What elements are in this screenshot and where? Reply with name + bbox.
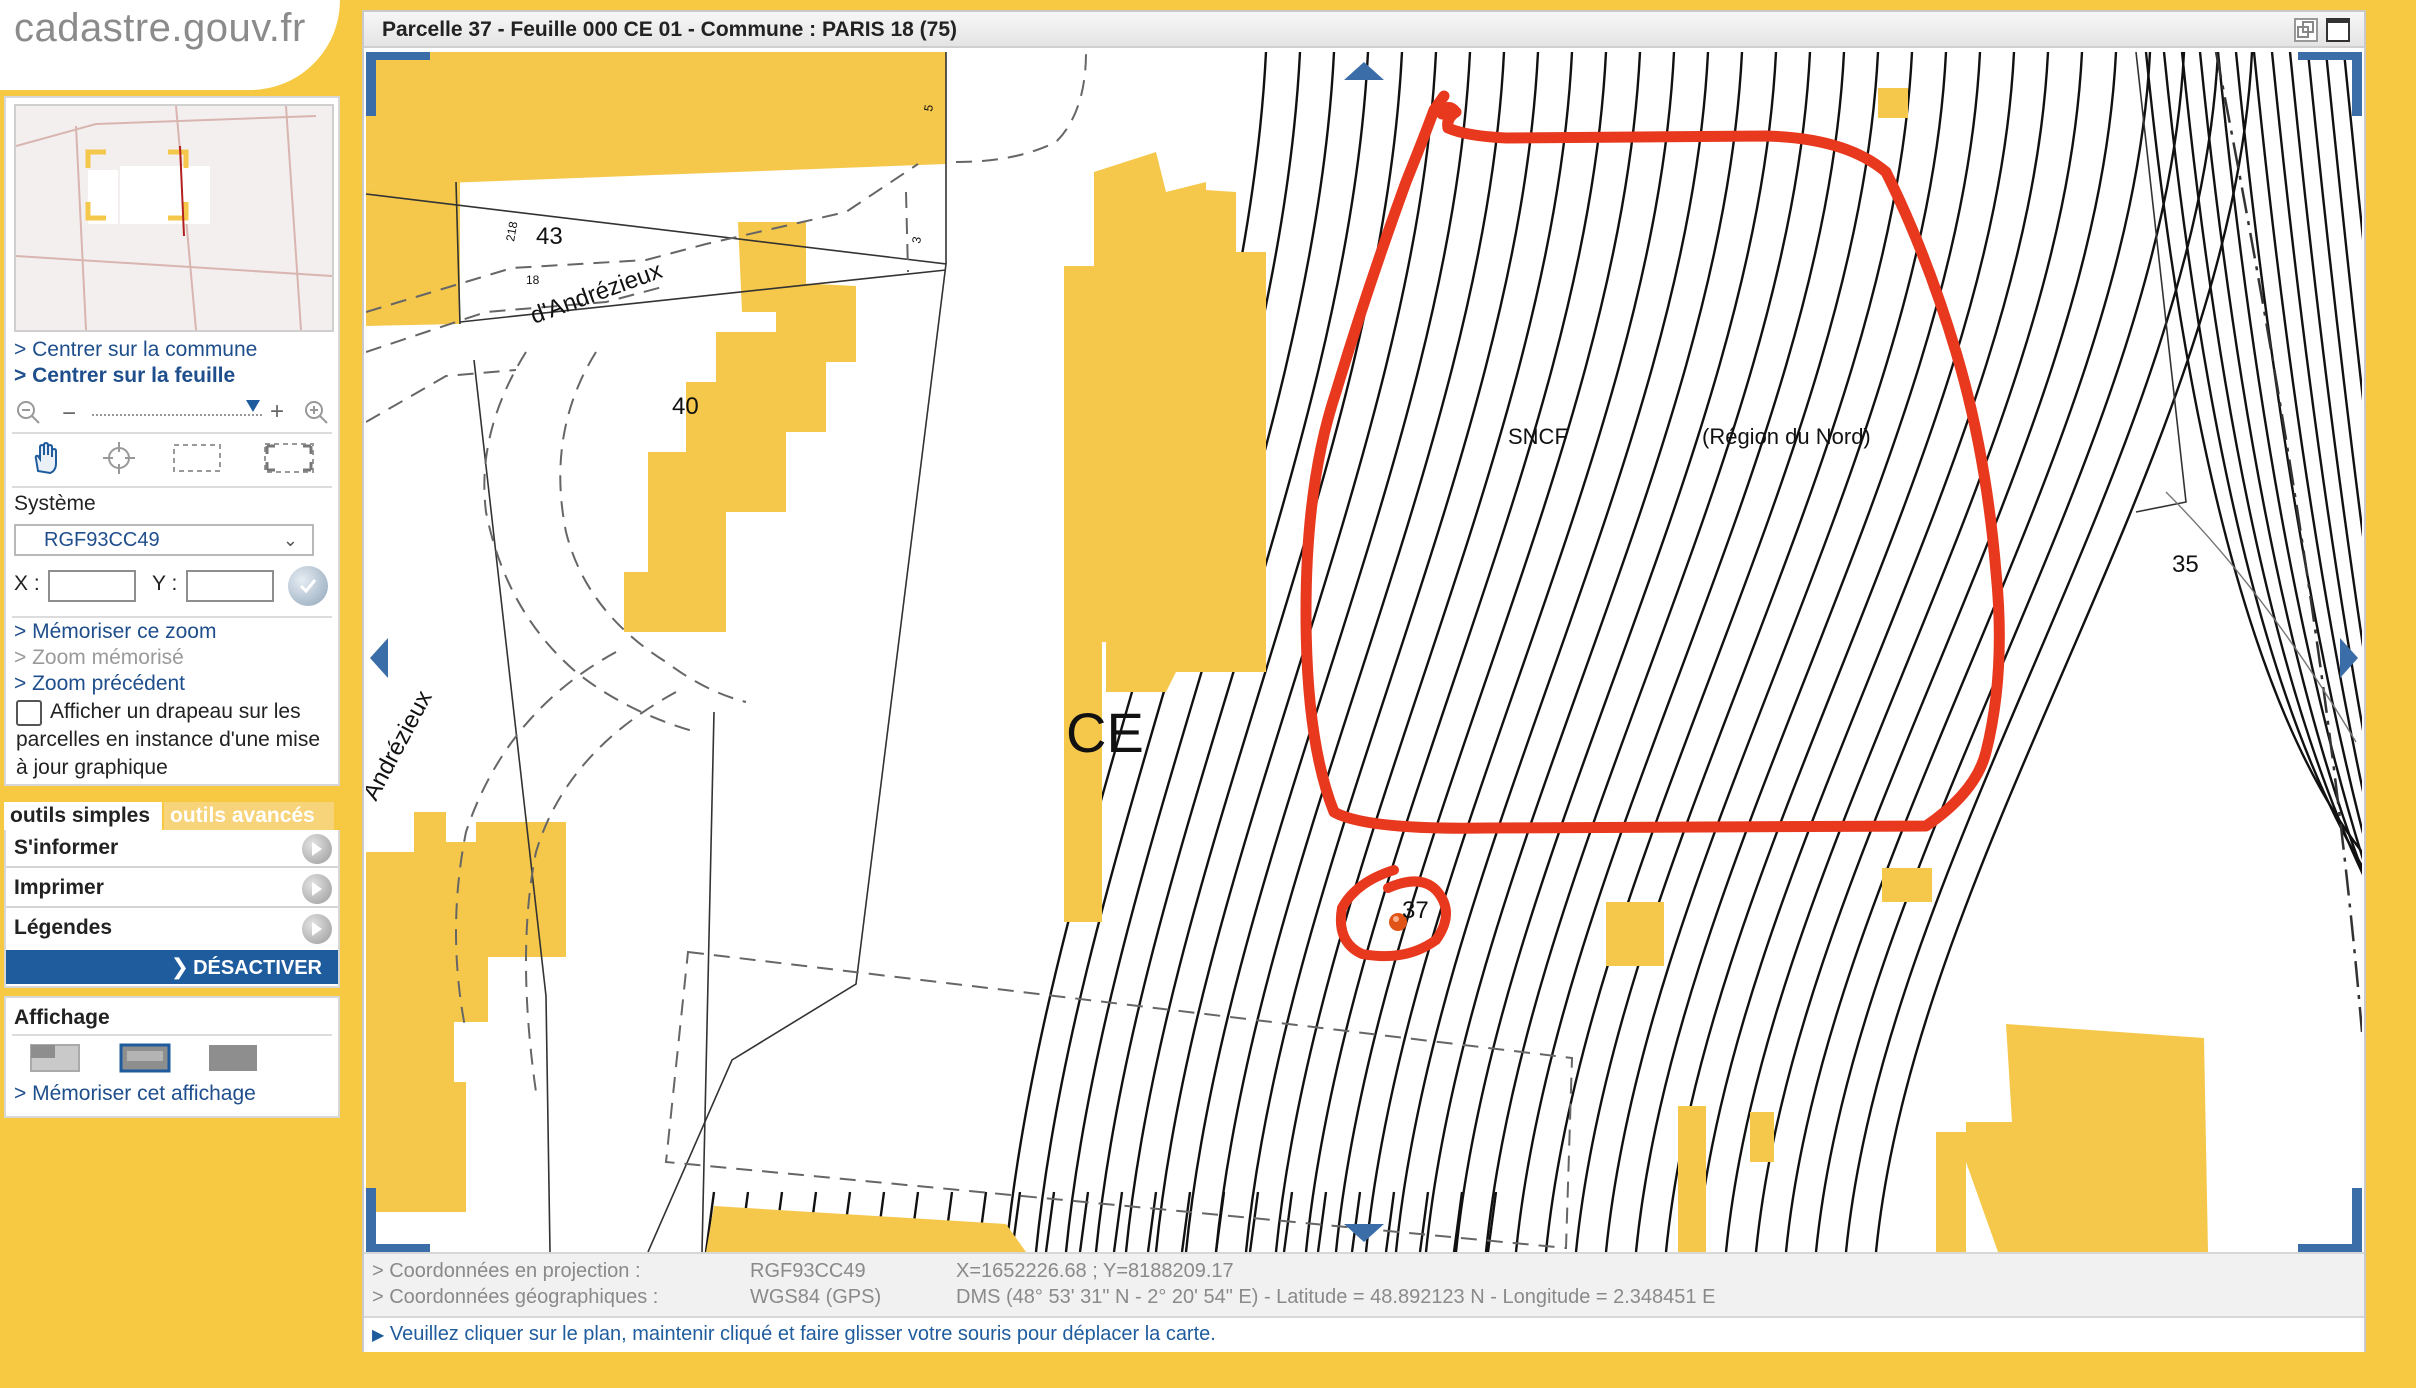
crosshair-icon [103, 442, 135, 474]
parcel-40-label: 40 [672, 393, 699, 420]
inform-label: S'informer [14, 836, 119, 859]
print-label: Imprimer [14, 876, 104, 899]
legends-tool[interactable]: Légendes [6, 910, 338, 948]
section-label: CE [1066, 701, 1144, 764]
small-label-3: 3 [909, 235, 924, 244]
deactivate-button[interactable]: ❯ DÉSACTIVER [6, 950, 338, 984]
small-label-218: 218 [503, 220, 520, 242]
map-drawing: 43 40 35 37 CE SNCF (Région du Nord) d'A… [366, 52, 2362, 1252]
geographic-coords-value: DMS (48° 53' 31" N - 2° 20' 54" E) - Lat… [956, 1286, 1716, 1308]
zoom-in-icon[interactable] [302, 398, 330, 426]
system-label: Système [14, 492, 96, 515]
play-arrow-icon[interactable] [302, 874, 332, 904]
y-label: Y : [152, 572, 178, 595]
zoom-slider-handle[interactable] [246, 400, 260, 412]
extent-icon [264, 443, 314, 473]
cadastral-map[interactable]: 43 40 35 37 CE SNCF (Région du Nord) d'A… [366, 52, 2362, 1252]
play-arrow-icon: ▶ [372, 1327, 385, 1344]
flag-label-line1: Afficher un drapeau sur les [50, 700, 301, 723]
inform-tool[interactable]: S'informer [6, 830, 338, 868]
chevron-right-icon: ❯ [170, 954, 190, 979]
center-commune-link[interactable]: > Centrer sur la commune [14, 338, 257, 362]
geographic-system: WGS84 (GPS) [750, 1286, 882, 1308]
small-label-18: 18 [526, 273, 540, 287]
street-label-left: Andrézieux [366, 686, 438, 805]
center-sheet-link[interactable]: > Centrer sur la feuille [14, 364, 235, 388]
x-label: X : [14, 572, 40, 595]
display-panel: Affichage > Mémoriser cet affichage [4, 996, 340, 1118]
layer-mixed-icon [30, 1044, 80, 1072]
y-coordinate-input[interactable] [186, 570, 274, 602]
map-title-bar: Parcelle 37 - Feuille 000 CE 01 - Commun… [364, 12, 2364, 48]
flag-option: Afficher un drapeau sur les parcelles en… [16, 698, 346, 782]
parcel-35-label: 35 [2172, 551, 2199, 578]
flag-label-line2: parcelles en instance d'une mise [16, 728, 321, 751]
system-select[interactable]: RGF93CC49 ⌄ [14, 524, 314, 556]
zoom-box-tool-button[interactable] [164, 436, 230, 480]
display-mode-3-button[interactable] [206, 1040, 262, 1076]
overview-minimap[interactable] [14, 104, 334, 332]
system-select-value: RGF93CC49 [44, 529, 160, 551]
x-coordinate-input[interactable] [48, 570, 136, 602]
play-arrow-icon[interactable] [302, 834, 332, 864]
chevron-down-icon: ⌄ [282, 530, 298, 550]
check-icon [299, 579, 317, 594]
hint-bar: ▶ Veuillez cliquer sur le plan, mainteni… [364, 1318, 2364, 1352]
parcel-43-label: 43 [536, 223, 563, 250]
display-title: Affichage [14, 1006, 110, 1029]
legends-label: Légendes [14, 916, 113, 939]
display-mode-1-button[interactable] [28, 1040, 84, 1076]
memorize-display-link[interactable]: > Mémoriser cet affichage [14, 1082, 256, 1106]
validate-coordinates-button[interactable] [288, 566, 328, 606]
hint-text: Veuillez cliquer sur le plan, maintenir … [389, 1323, 1216, 1345]
region-label: (Région du Nord) [1702, 424, 1871, 449]
full-extent-tool-button[interactable] [256, 436, 322, 480]
projection-coords-label: > Coordonnées en projection : [372, 1260, 641, 1282]
logo-text: cadastre.gouv.fr [14, 6, 306, 50]
tool-tabs: outils simples outils avancés [4, 802, 340, 830]
pan-tool-button[interactable] [12, 436, 78, 480]
restore-window-icon[interactable] [2294, 18, 2318, 42]
minimap-drawing [15, 105, 333, 331]
print-tool[interactable]: Imprimer [6, 870, 338, 908]
divider [12, 486, 332, 488]
zoom-slider[interactable] [92, 414, 262, 416]
zoom-plus-icon[interactable]: + [270, 398, 284, 426]
parcel-37-label: 37 [1402, 897, 1429, 924]
flag-label-line3: à jour graphique [16, 756, 168, 779]
deactivate-label: DÉSACTIVER [193, 957, 322, 979]
divider [12, 1034, 332, 1036]
owner-label: SNCF [1508, 424, 1568, 449]
divider [12, 616, 332, 618]
flag-checkbox[interactable] [16, 700, 42, 726]
projection-system: RGF93CC49 [750, 1260, 866, 1282]
coordinates-status-bar: > Coordonnées en projection : RGF93CC49 … [364, 1252, 2364, 1318]
geographic-coords-label: > Coordonnées géographiques : [372, 1286, 659, 1308]
layer-vector-icon [119, 1043, 171, 1073]
display-mode-2-button[interactable] [118, 1040, 174, 1076]
projection-coords-value: X=1652226.68 ; Y=8188209.17 [956, 1260, 1234, 1282]
layer-raster-icon [209, 1045, 257, 1071]
center-tool-button[interactable] [86, 436, 152, 480]
hand-icon [34, 441, 57, 475]
memorize-zoom-link[interactable]: > Mémoriser ce zoom [14, 620, 216, 644]
logo[interactable]: cadastre.gouv.fr [0, 0, 340, 90]
tab-advanced-tools[interactable]: outils avancés [164, 802, 334, 830]
tab-simple-tools[interactable]: outils simples [4, 802, 162, 830]
map-title: Parcelle 37 - Feuille 000 CE 01 - Commun… [382, 18, 957, 41]
selection-rect-icon [173, 444, 221, 472]
tools-panel: S'informer Imprimer Légendes ❯ DÉSACTIVER [4, 830, 340, 988]
navigation-panel: > Centrer sur la commune > Centrer sur l… [4, 96, 340, 786]
play-arrow-icon[interactable] [302, 914, 332, 944]
previous-zoom-link[interactable]: > Zoom précédent [14, 672, 185, 696]
zoom-out-icon[interactable] [14, 398, 42, 426]
maximize-window-icon[interactable] [2326, 18, 2350, 42]
zoom-minus-icon[interactable]: − [62, 400, 76, 428]
divider [12, 432, 332, 434]
map-window: Parcelle 37 - Feuille 000 CE 01 - Commun… [362, 10, 2366, 1352]
street-label-top: d'Andrézieux [527, 257, 666, 330]
memorized-zoom-link: > Zoom mémorisé [14, 646, 184, 669]
